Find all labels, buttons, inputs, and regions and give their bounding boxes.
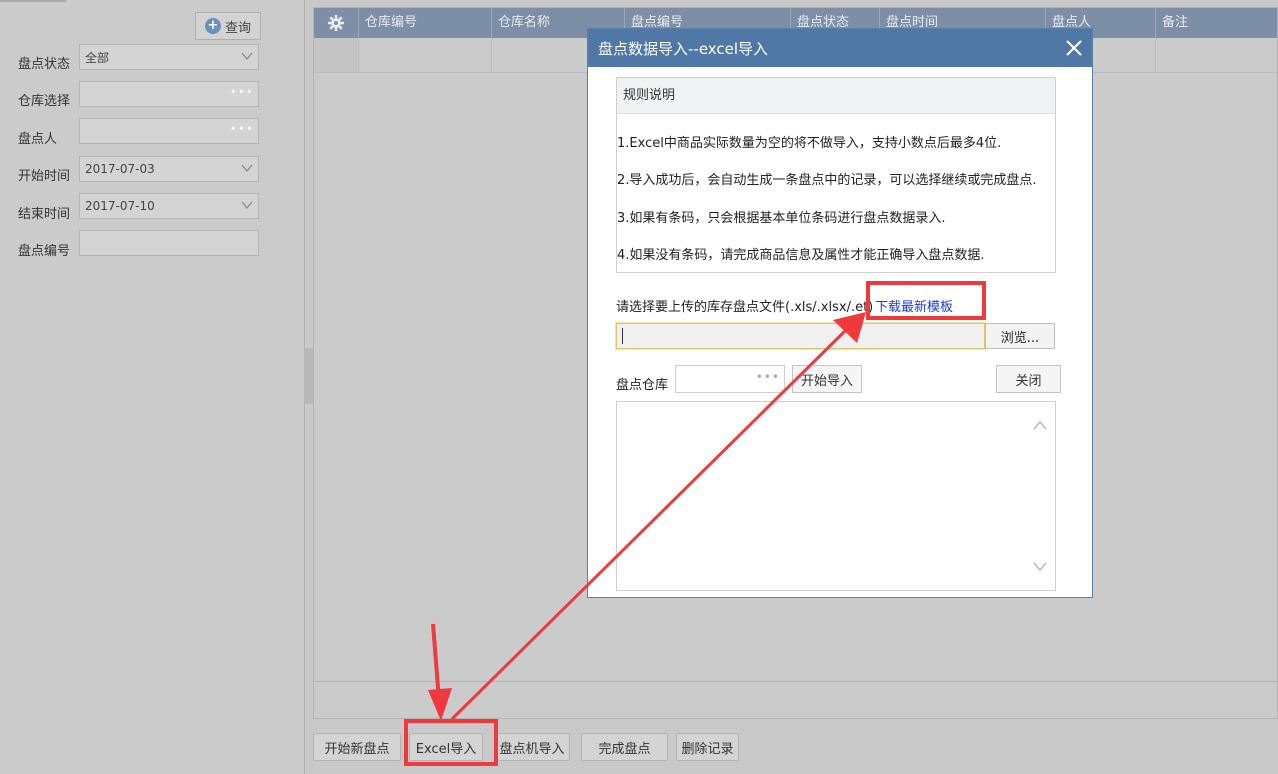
status-label: 盘点状态 bbox=[18, 57, 71, 72]
warehouse-picker[interactable]: ••• bbox=[79, 81, 259, 107]
filter-panel: + 查询 盘点状态 全部 仓库选择 ••• 盘点人 ••• 开始时间 2017-… bbox=[0, 0, 305, 774]
grid-footer bbox=[314, 681, 1277, 718]
end-date-field[interactable]: 2017-07-10 bbox=[79, 193, 259, 219]
excel-import-button[interactable]: Excel导入 bbox=[409, 733, 483, 761]
rule-item: 1.Excel中商品实际数量为空的将不做导入，支持小数点后最多4位. bbox=[617, 136, 1002, 151]
start-date-field[interactable]: 2017-07-03 bbox=[79, 156, 259, 182]
plus-circle-icon: + bbox=[204, 18, 221, 34]
rule-item: 3.如果有条码，只会根据基本单位条码进行盘点数据录入. bbox=[617, 211, 946, 226]
file-path-input[interactable] bbox=[615, 322, 986, 350]
download-template-link[interactable]: 下载最新模板 bbox=[875, 296, 953, 315]
number-input[interactable] bbox=[79, 230, 259, 256]
start-date-value: 2017-07-03 bbox=[85, 162, 155, 176]
row-cell bbox=[314, 38, 359, 72]
rule-item: 4.如果没有条码，请完成商品信息及属性才能正确导入盘点数据. bbox=[617, 248, 985, 263]
tab-indicator bbox=[0, 0, 66, 2]
status-value: 全部 bbox=[85, 50, 110, 65]
number-label: 盘点编号 bbox=[18, 244, 71, 259]
query-button[interactable]: + 查询 bbox=[195, 12, 261, 40]
dialog-title-bar: 盘点数据导入--excel导入 bbox=[588, 29, 1092, 67]
chevron-down-icon bbox=[241, 52, 253, 61]
row-cell bbox=[359, 38, 492, 72]
chevron-down-icon bbox=[241, 164, 253, 173]
ellipsis-icon: ••• bbox=[229, 122, 254, 136]
gear-icon bbox=[327, 14, 345, 32]
scroll-down-icon[interactable] bbox=[1033, 562, 1047, 572]
close-button[interactable]: 关闭 bbox=[996, 365, 1061, 393]
finish-check-button[interactable]: 完成盘点 bbox=[581, 733, 668, 761]
rules-title: 规则说明 bbox=[617, 78, 1055, 114]
status-select[interactable]: 全部 bbox=[79, 44, 259, 70]
row-cell bbox=[1156, 38, 1277, 72]
delete-record-button[interactable]: 删除记录 bbox=[676, 733, 739, 761]
query-label: 查询 bbox=[224, 20, 251, 36]
upload-prompt: 请选择要上传的库存盘点文件(.xls/.xlsx/.et) bbox=[616, 300, 874, 315]
close-icon[interactable] bbox=[1064, 38, 1084, 58]
chevron-down-icon bbox=[241, 201, 253, 210]
start-time-label: 开始时间 bbox=[18, 169, 71, 184]
col-remark[interactable]: 备注 bbox=[1156, 8, 1277, 38]
panel-splitter[interactable] bbox=[304, 348, 313, 404]
excel-import-dialog: 盘点数据导入--excel导入 规则说明 1.Excel中商品实际数量为空的将不… bbox=[587, 28, 1093, 598]
grid-settings[interactable] bbox=[314, 8, 359, 38]
scroll-up-icon[interactable] bbox=[1033, 420, 1047, 430]
ellipsis-icon: ••• bbox=[755, 370, 780, 384]
person-picker[interactable]: ••• bbox=[79, 118, 259, 144]
check-warehouse-picker[interactable]: ••• bbox=[675, 365, 785, 393]
device-import-button[interactable]: 盘点机导入 bbox=[494, 733, 570, 761]
new-check-button[interactable]: 开始新盘点 bbox=[313, 733, 401, 761]
dialog-title: 盘点数据导入--excel导入 bbox=[598, 40, 769, 58]
warehouse-label: 仓库选择 bbox=[18, 94, 71, 109]
col-warehouse-code[interactable]: 仓库编号 bbox=[359, 8, 492, 38]
text-cursor bbox=[622, 328, 623, 344]
end-time-label: 结束时间 bbox=[18, 207, 71, 222]
rule-item: 2.导入成功后，会自动生成一条盘点中的记录，可以选择继续或完成盘点. bbox=[617, 173, 1037, 188]
browse-button[interactable]: 浏览... bbox=[985, 323, 1055, 349]
start-import-button[interactable]: 开始导入 bbox=[792, 365, 862, 393]
import-result-area[interactable] bbox=[616, 401, 1056, 591]
rules-panel: 规则说明 1.Excel中商品实际数量为空的将不做导入，支持小数点后最多4位. … bbox=[616, 77, 1056, 273]
check-warehouse-label: 盘点仓库 bbox=[616, 378, 669, 393]
ellipsis-icon: ••• bbox=[229, 85, 254, 99]
end-date-value: 2017-07-10 bbox=[85, 199, 155, 213]
person-label: 盘点人 bbox=[18, 132, 58, 147]
